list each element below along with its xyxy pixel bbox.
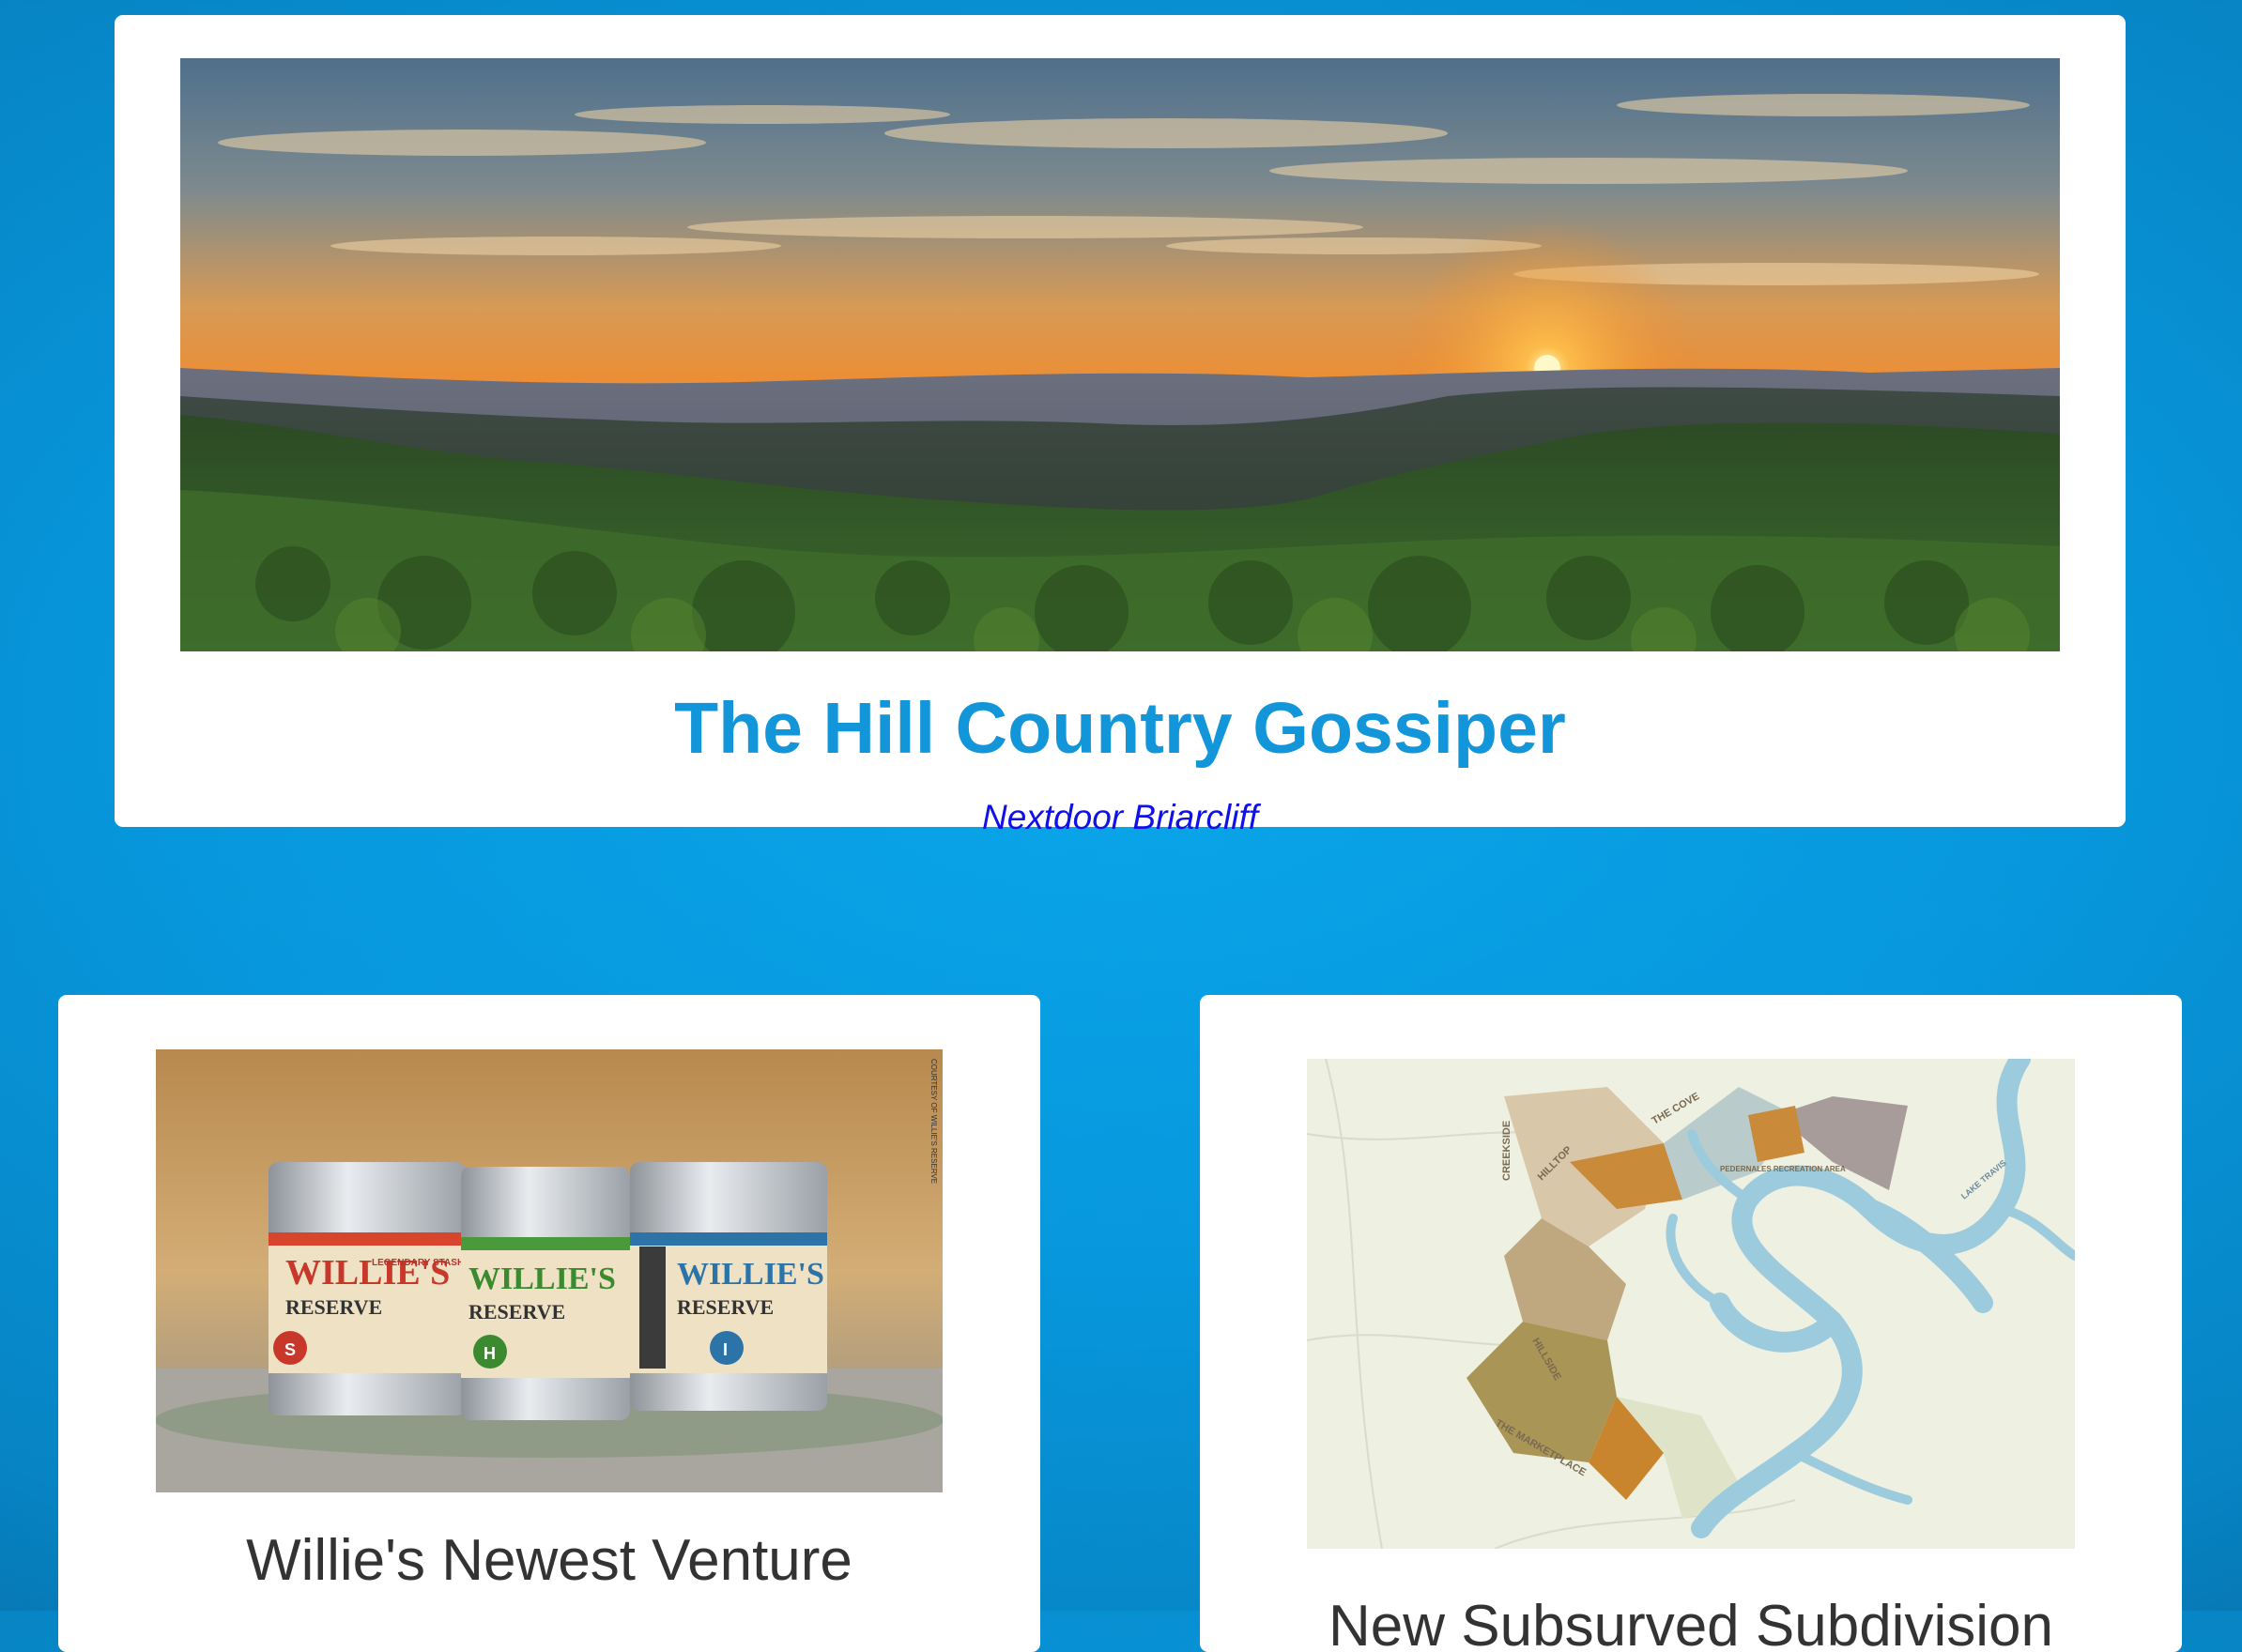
badge-s: S — [284, 1340, 296, 1359]
site-title[interactable]: The Hill Country Gossiper — [115, 693, 2126, 765]
post-title[interactable]: Willie's Newest Venture — [58, 1532, 1040, 1590]
map-label-creekside: CREEKSIDE — [1501, 1121, 1513, 1181]
tin-reserve-s: RESERVE — [285, 1295, 382, 1319]
post-card-willies-venture[interactable]: WILLIE'S RESERVE S LEGENDARY STASH WILLI… — [58, 995, 1040, 1652]
header-card: The Hill Country Gossiper Nextdoor Briar… — [115, 15, 2126, 834]
tin-reserve-i: RESERVE — [677, 1295, 774, 1319]
badge-i: I — [723, 1340, 728, 1359]
willies-reserve-tins-photo-icon: WILLIE'S RESERVE S LEGENDARY STASH WILLI… — [156, 1049, 943, 1492]
tin-tag: LEGENDARY STASH — [372, 1258, 464, 1268]
post-image[interactable]: CREEKSIDE HILLTOP THE COVE HILLSIDE THE … — [1307, 1059, 2075, 1549]
post-card-subdivision[interactable]: CREEKSIDE HILLTOP THE COVE HILLSIDE THE … — [1200, 995, 2182, 1652]
badge-h: H — [484, 1344, 496, 1363]
site-subtitle-link[interactable]: Nextdoor Briarcliff — [115, 800, 2126, 834]
tin-brand-i: WILLIE'S — [677, 1257, 824, 1292]
hero-image — [180, 58, 2060, 651]
map-label-pedernales: PEDERNALES RECREATION AREA — [1720, 1165, 1846, 1173]
post-image[interactable]: WILLIE'S RESERVE S LEGENDARY STASH WILLI… — [156, 1049, 943, 1492]
photo-credit: COURTESY OF WILLIE'S RESERVE — [929, 1059, 938, 1184]
hill-country-sunset-photo-icon — [180, 58, 2060, 651]
subdivision-map-image-icon: CREEKSIDE HILLTOP THE COVE HILLSIDE THE … — [1307, 1059, 2075, 1549]
tin-reserve-h: RESERVE — [468, 1300, 565, 1323]
post-title[interactable]: New Subsurved Subdivision — [1200, 1598, 2182, 1652]
tin-brand-h: WILLIE'S — [468, 1262, 616, 1296]
